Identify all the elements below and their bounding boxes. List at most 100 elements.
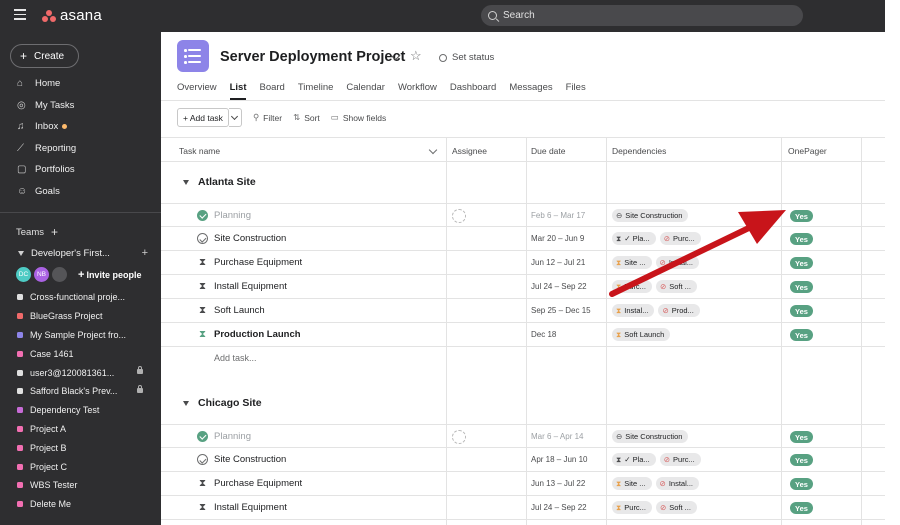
sidebar-project-item[interactable]: user3@120081361... <box>0 363 161 382</box>
search-input[interactable] <box>503 10 783 21</box>
sidebar-project-item[interactable]: My Sample Project fro... <box>0 326 161 345</box>
column-sort-chevron-icon[interactable] <box>428 145 438 155</box>
col-dependencies[interactable]: Dependencies <box>612 146 666 156</box>
sidebar-project-item[interactable]: Project A <box>0 420 161 439</box>
caret-down-icon[interactable] <box>183 180 189 185</box>
sort-button[interactable]: ⇅ Sort <box>293 112 320 123</box>
invite-people-button[interactable]: Invite people <box>86 270 141 280</box>
task-name[interactable]: Planning <box>214 210 251 221</box>
onepager-badge[interactable]: Yes <box>790 478 813 490</box>
col-assignee[interactable]: Assignee <box>452 146 487 156</box>
sidebar-project-item[interactable]: Project C <box>0 457 161 476</box>
col-onepager[interactable]: OnePager <box>788 146 827 156</box>
tab-calendar[interactable]: Calendar <box>346 82 385 100</box>
onepager-badge[interactable]: Yes <box>790 210 813 222</box>
sidebar-project-item[interactable]: WBS Tester <box>0 476 161 495</box>
completed-check-icon[interactable] <box>197 431 208 442</box>
due-date[interactable]: Jul 24 – Sep 22 <box>531 503 587 512</box>
tab-messages[interactable]: Messages <box>509 82 552 100</box>
dependency-pill[interactable]: ⊘ Soft ... <box>655 501 697 514</box>
dependency-pill[interactable]: ⧗ Purc... <box>612 280 652 293</box>
onepager-badge[interactable]: Yes <box>790 257 813 269</box>
dependency-pill[interactable]: ⊖ Site Construction <box>612 430 689 443</box>
table-row[interactable]: Planning Mar 6 – Apr 14 ⊖ Site Construction… <box>161 424 885 448</box>
add-team-icon[interactable]: + <box>51 225 58 239</box>
add-project-icon[interactable]: + <box>142 247 148 259</box>
table-row[interactable]: Site Construction Apr 18 – Jun 10 ⧗ ✓ Pla..… <box>161 448 885 472</box>
table-row[interactable]: ⧗ Purchase Equipment Jun 13 – Jul 22 ⧗ Site … <box>161 472 885 496</box>
asana-logo[interactable]: asana <box>42 7 102 24</box>
hourglass-icon[interactable]: ⧗ <box>197 305 208 316</box>
due-date[interactable]: Jun 13 – Jul 22 <box>531 479 585 488</box>
avatar[interactable] <box>52 267 67 282</box>
sidebar-item-goals[interactable]: ☺ Goals <box>0 181 161 203</box>
dependency-pill[interactable]: ⊘ Prod... <box>658 304 700 317</box>
caret-down-icon[interactable] <box>183 401 189 406</box>
due-date[interactable]: Apr 18 – Jun 10 <box>531 455 587 464</box>
due-date[interactable]: Mar 20 – Jun 9 <box>531 234 584 243</box>
assignee-placeholder-icon[interactable] <box>452 430 466 444</box>
add-task-dropdown-icon[interactable] <box>228 108 242 127</box>
add-task-link[interactable]: Add task... <box>214 353 257 363</box>
completed-check-icon[interactable] <box>197 210 208 221</box>
check-circle-icon[interactable] <box>197 454 208 465</box>
onepager-badge[interactable]: Yes <box>790 502 813 514</box>
project-list-icon[interactable] <box>177 40 209 72</box>
sidebar-project-item[interactable]: Cross-functional proje... <box>0 288 161 307</box>
due-date[interactable]: Sep 25 – Dec 15 <box>531 306 591 315</box>
section-header[interactable]: Chicago Site <box>161 383 885 424</box>
sidebar-item-reporting[interactable]: ⟋ Reporting <box>0 138 161 160</box>
task-name[interactable]: Install Equipment <box>214 281 287 292</box>
sidebar-project-item[interactable]: Delete Me <box>0 495 161 514</box>
dependency-pill[interactable]: ⧗ Purc... <box>612 501 652 514</box>
dependency-pill[interactable]: ⧗ Site ... <box>612 256 652 269</box>
task-name[interactable]: Purchase Equipment <box>214 478 302 489</box>
hourglass-icon[interactable]: ⧗ <box>197 257 208 268</box>
add-task-button[interactable]: + Add task <box>177 108 229 127</box>
table-row[interactable]: ⧗ Purchase Equipment Jun 12 – Jul 21 ⧗ Site … <box>161 251 885 275</box>
assignee-placeholder-icon[interactable] <box>452 209 466 223</box>
dependency-pill[interactable]: ⊘ Soft ... <box>655 280 697 293</box>
dependency-pill[interactable]: ⧗ ✓ Pla... <box>612 232 656 245</box>
due-date[interactable]: Jun 12 – Jul 21 <box>531 258 585 267</box>
onepager-badge[interactable]: Yes <box>790 329 813 341</box>
dependency-pill[interactable]: ⊘ Instal... <box>655 477 700 490</box>
dependency-pill[interactable]: ⊖ Site Construction <box>612 209 689 222</box>
task-name[interactable]: Site Construction <box>214 454 286 465</box>
sidebar-project-item[interactable]: Safford Black's Prev... <box>0 382 161 401</box>
task-name[interactable]: Planning <box>214 431 251 442</box>
sidebar-project-item[interactable]: Project B <box>0 438 161 457</box>
sidebar-item-inbox[interactable]: ♫ Inbox <box>0 116 161 138</box>
hourglass-icon[interactable]: ⧗ <box>197 281 208 292</box>
due-date[interactable]: Feb 6 – Mar 17 <box>531 211 585 220</box>
onepager-badge[interactable]: Yes <box>790 454 813 466</box>
team-row[interactable]: Developer's First... + <box>18 247 148 259</box>
sidebar-item-home[interactable]: ⌂ Home <box>0 73 161 95</box>
onepager-badge[interactable]: Yes <box>790 431 813 443</box>
onepager-badge[interactable]: Yes <box>790 305 813 317</box>
avatar[interactable]: NB <box>34 267 49 282</box>
task-name[interactable]: Install Equipment <box>214 502 287 513</box>
dependency-pill[interactable]: ⧗ Instal... <box>612 304 655 317</box>
filter-button[interactable]: ⚲ Filter <box>253 112 282 123</box>
dependency-pill[interactable]: ⊘ Purc... <box>659 453 701 466</box>
tab-board[interactable]: Board <box>259 82 284 100</box>
tab-files[interactable]: Files <box>566 82 586 100</box>
due-date[interactable]: Mar 6 – Apr 14 <box>531 432 583 441</box>
hourglass-icon[interactable]: ⧗ <box>197 329 208 340</box>
hamburger-menu-icon[interactable] <box>14 9 26 21</box>
col-task-name[interactable]: Task name <box>179 146 220 156</box>
task-name[interactable]: Purchase Equipment <box>214 257 302 268</box>
tab-overview[interactable]: Overview <box>177 82 217 100</box>
onepager-badge[interactable]: Yes <box>790 281 813 293</box>
task-name[interactable]: Soft Launch <box>214 305 265 316</box>
set-status-button[interactable]: Set status <box>439 52 494 63</box>
hourglass-icon[interactable]: ⧗ <box>197 502 208 513</box>
table-row[interactable]: Site Construction Mar 20 – Jun 9 ⧗ ✓ Pla...… <box>161 227 885 251</box>
caret-down-icon[interactable] <box>18 250 24 256</box>
onepager-badge[interactable]: Yes <box>790 233 813 245</box>
tab-list[interactable]: List <box>229 82 247 100</box>
dependency-pill[interactable]: ⧗ Soft Launch <box>612 328 671 341</box>
create-button[interactable]: + Create <box>10 44 79 68</box>
due-date[interactable]: Dec 18 <box>531 330 556 339</box>
